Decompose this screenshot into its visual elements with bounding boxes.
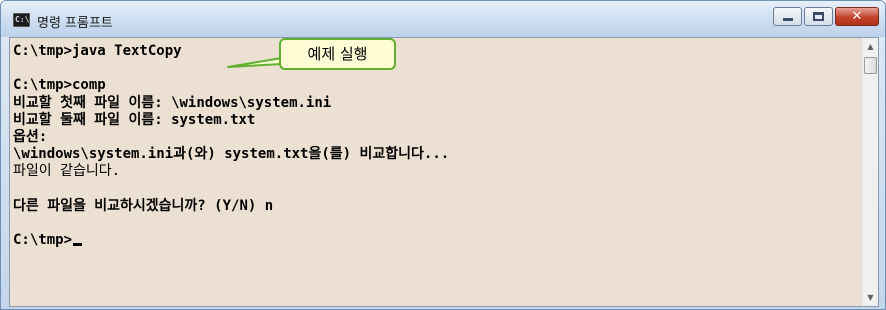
console-prompt-line: C:\tmp> <box>13 232 862 249</box>
command-prompt-window: C:\ 명령 프롬프트 ✕ C:\tmp>java TextCopy C:\tm… <box>0 0 886 310</box>
window-title: 명령 프롬프트 <box>37 16 113 31</box>
console-prompt: C:\tmp> <box>13 232 73 249</box>
console-line: 파일이 같습니다. <box>13 163 121 180</box>
console-line: 옵션: <box>13 128 48 145</box>
callout-label: 예제 실행 <box>279 38 396 70</box>
scroll-down-arrow-icon[interactable]: ▼ <box>862 289 879 306</box>
title-bar[interactable]: C:\ 명령 프롬프트 ✕ <box>1 1 885 37</box>
console-line: \windows\system.ini과(와) system.txt을(를) 비… <box>13 146 450 163</box>
scrollbar-thumb[interactable] <box>864 57 877 74</box>
console-app-icon: C:\ <box>13 13 30 27</box>
vertical-scrollbar[interactable]: ▲ ▼ <box>861 38 878 306</box>
window-controls: ✕ <box>773 7 879 26</box>
console-line: 다른 파일을 비교하시겠습니까? (Y/N) n <box>13 197 274 214</box>
minimize-icon <box>782 18 793 21</box>
maximize-button[interactable] <box>804 7 833 26</box>
console-line: 비교할 첫째 파일 이름: \windows\system.ini <box>13 94 332 111</box>
console-line: C:\tmp>comp <box>13 77 106 94</box>
console-line: C:\tmp>java TextCopy <box>13 43 182 59</box>
close-button[interactable]: ✕ <box>835 7 879 26</box>
console-line: 비교할 둘째 파일 이름: system.txt <box>13 111 256 128</box>
console-frame: C:\tmp>java TextCopy C:\tmp>comp 비교할 첫째 … <box>9 37 879 307</box>
console-output[interactable]: C:\tmp>java TextCopy C:\tmp>comp 비교할 첫째 … <box>10 38 862 306</box>
close-icon: ✕ <box>851 9 863 24</box>
minimize-button[interactable] <box>773 7 802 26</box>
scroll-up-arrow-icon[interactable]: ▲ <box>862 38 879 55</box>
text-cursor <box>73 243 83 247</box>
maximize-icon <box>813 12 824 21</box>
